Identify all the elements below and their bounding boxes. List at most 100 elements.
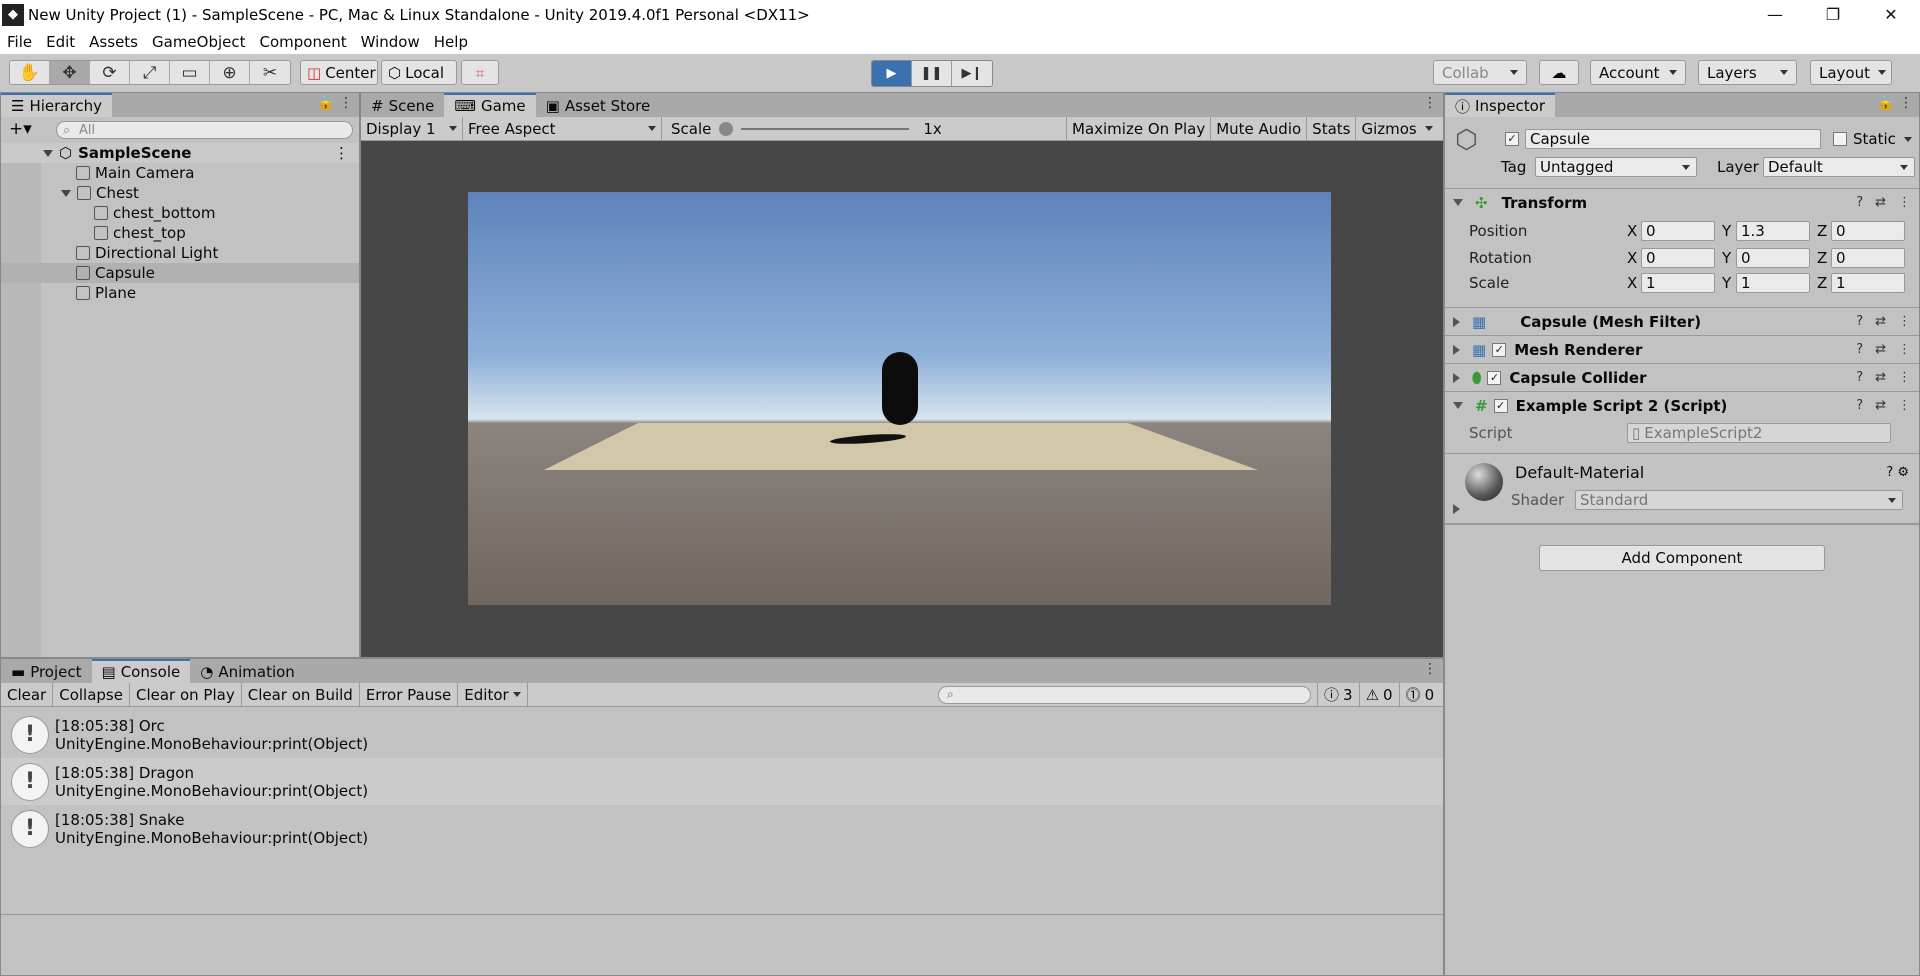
close-button[interactable]: ✕ xyxy=(1862,0,1920,29)
play-button[interactable]: ▶ xyxy=(872,61,912,86)
step-button[interactable]: ▶❙ xyxy=(952,61,992,86)
capsule-collider-header[interactable]: ⬮ ✓ Capsule Collider ? ⇄ ⋮ xyxy=(1445,363,1919,391)
error-count-toggle[interactable]: ⓵0 xyxy=(1400,683,1441,707)
layer-dropdown[interactable]: Default xyxy=(1763,157,1915,177)
list-item[interactable]: ! [18:05:38] Snake UnityEngine.MonoBehavi… xyxy=(1,805,1443,852)
add-component-button[interactable]: Add Component xyxy=(1539,545,1825,571)
active-checkbox[interactable]: ✓ xyxy=(1505,132,1519,146)
snap-icon[interactable]: ⌗ xyxy=(461,60,499,85)
move-tool-icon[interactable]: ✥ xyxy=(50,61,90,84)
scale-tool-icon[interactable]: ⤢ xyxy=(130,61,170,84)
aspect-dropdown[interactable]: Free Aspect xyxy=(463,116,662,141)
pivot-local-button[interactable]: ⬡ Local xyxy=(381,60,457,85)
tab-project[interactable]: ▬ Project xyxy=(1,661,92,683)
script-checkbox[interactable]: ✓ xyxy=(1493,398,1508,413)
clear-on-build-toggle[interactable]: Clear on Build xyxy=(242,682,360,707)
shader-dropdown[interactable]: Standard xyxy=(1575,490,1903,510)
list-item[interactable]: chest_bottom xyxy=(1,203,359,223)
position-y-field[interactable]: 1.3 xyxy=(1736,221,1810,241)
mesh-renderer-header[interactable]: ▦ ✓ Mesh Renderer ? ⇄ ⋮ xyxy=(1445,335,1919,363)
scene-menu-icon[interactable]: ⋮ xyxy=(334,144,349,162)
static-dropdown-icon[interactable] xyxy=(1903,136,1912,142)
position-x-field[interactable]: 0 xyxy=(1641,221,1715,241)
hand-tool-icon[interactable]: ✋ xyxy=(10,61,50,84)
warning-count-toggle[interactable]: ⚠ 0 xyxy=(1360,682,1400,707)
account-dropdown[interactable]: Account xyxy=(1590,60,1686,85)
gizmos-dropdown[interactable]: Gizmos xyxy=(1356,117,1437,141)
collider-checkbox[interactable]: ✓ xyxy=(1487,370,1502,385)
scale-y-field[interactable]: 1 xyxy=(1736,273,1810,293)
layers-dropdown[interactable]: Layers xyxy=(1698,60,1797,85)
list-item[interactable]: Chest xyxy=(1,183,359,203)
tab-asset-store[interactable]: ▣ Asset Store xyxy=(536,95,661,117)
panel-menu-icon[interactable]: 🔒 ⋮ xyxy=(317,95,353,111)
pivot-center-button[interactable]: ◫ Center xyxy=(300,60,378,85)
material-settings-icon[interactable]: ? ⚙ xyxy=(1886,465,1909,480)
object-name-field[interactable]: Capsule xyxy=(1525,129,1821,149)
panel-menu-icon[interactable]: 🔒 ⋮ xyxy=(1877,95,1913,111)
game-view[interactable] xyxy=(361,141,1443,657)
component-menu-icon[interactable]: ⋮ xyxy=(1898,342,1911,357)
menu-gameobject[interactable]: GameObject xyxy=(145,33,253,51)
maximize-on-play-toggle[interactable]: Maximize On Play xyxy=(1067,116,1212,141)
script-header[interactable]: # ✓ Example Script 2 (Script) ? ⇄ ⋮ xyxy=(1445,391,1919,419)
scale-slider[interactable]: Scale 1x xyxy=(662,116,1067,141)
mesh-filter-header[interactable]: ▦ Capsule (Mesh Filter) ? ⇄ ⋮ xyxy=(1445,307,1919,335)
error-pause-toggle[interactable]: Error Pause xyxy=(360,682,459,707)
menu-file[interactable]: File xyxy=(0,33,39,51)
scale-z-field[interactable]: 1 xyxy=(1831,273,1905,293)
list-item[interactable]: chest_top xyxy=(1,223,359,243)
stats-toggle[interactable]: Stats xyxy=(1307,116,1357,141)
menu-window[interactable]: Window xyxy=(354,33,427,51)
list-item[interactable]: Capsule xyxy=(1,263,359,283)
component-menu-icon[interactable]: ⋮ xyxy=(1898,370,1911,385)
menu-assets[interactable]: Assets xyxy=(82,33,145,51)
help-icon[interactable]: ? xyxy=(1856,314,1863,329)
preset-icon[interactable]: ⇄ xyxy=(1875,314,1886,329)
restore-button[interactable]: ❐ xyxy=(1804,0,1862,29)
pause-button[interactable]: ❚❚ xyxy=(912,61,952,86)
list-item[interactable]: ! [18:05:38] Dragon UnityEngine.MonoBehav… xyxy=(1,758,1443,805)
panel-menu-icon[interactable]: ⋮ xyxy=(1423,661,1437,677)
rotate-tool-icon[interactable]: ⟳ xyxy=(90,61,130,84)
menu-help[interactable]: Help xyxy=(427,33,475,51)
help-icon[interactable]: ? xyxy=(1856,398,1863,413)
static-checkbox[interactable] xyxy=(1833,132,1847,146)
rect-tool-icon[interactable]: ▭ xyxy=(170,61,210,84)
clear-on-play-toggle[interactable]: Clear on Play xyxy=(130,682,242,707)
tab-scene[interactable]: # Scene xyxy=(361,95,444,117)
rotation-z-field[interactable]: 0 xyxy=(1831,248,1905,268)
tab-game[interactable]: ⌨ Game xyxy=(444,93,536,117)
list-item[interactable]: Directional Light xyxy=(1,243,359,263)
script-field[interactable]: ▯ ExampleScript2 xyxy=(1627,423,1891,443)
layout-dropdown[interactable]: Layout xyxy=(1810,60,1892,85)
create-button[interactable]: +▾ xyxy=(9,119,32,139)
menu-edit[interactable]: Edit xyxy=(39,33,82,51)
preset-icon[interactable]: ⇄ xyxy=(1875,370,1886,385)
preset-icon[interactable]: ⇄ xyxy=(1875,342,1886,357)
help-icon[interactable]: ? xyxy=(1856,342,1863,357)
custom-tool-icon[interactable]: ✂ xyxy=(250,61,290,84)
tab-hierarchy[interactable]: ☰ Hierarchy xyxy=(1,93,112,117)
slider-handle[interactable] xyxy=(719,121,734,136)
tab-console[interactable]: ▤ Console xyxy=(91,659,191,683)
preset-icon[interactable]: ⇄ xyxy=(1875,398,1886,413)
tab-inspector[interactable]: ⓘ Inspector xyxy=(1445,93,1555,117)
scene-root[interactable]: ⬡ SampleScene ⋮ xyxy=(1,143,359,163)
list-item[interactable]: ! [18:05:38] Orc UnityEngine.MonoBehaviou… xyxy=(1,711,1443,758)
list-item[interactable]: Plane xyxy=(1,283,359,303)
collab-dropdown[interactable]: Collab xyxy=(1433,60,1527,85)
console-search-input[interactable]: ⌕ xyxy=(938,686,1311,704)
help-icon[interactable]: ? xyxy=(1856,370,1863,385)
collapse-toggle[interactable]: Collapse xyxy=(53,682,130,707)
component-menu-icon[interactable]: ⋮ xyxy=(1898,314,1911,329)
transform-tool-icon[interactable]: ⊕ xyxy=(210,61,250,84)
list-item[interactable]: Main Camera xyxy=(1,163,359,183)
hierarchy-search-input[interactable]: ⌕ All xyxy=(56,121,353,139)
transform-header[interactable]: ✣ Transform ? ⇄ ⋮ xyxy=(1445,188,1919,216)
panel-menu-icon[interactable]: ⋮ xyxy=(1423,95,1437,111)
mesh-renderer-checkbox[interactable]: ✓ xyxy=(1492,342,1507,357)
mute-audio-toggle[interactable]: Mute Audio xyxy=(1211,116,1308,141)
material-foldout-icon[interactable] xyxy=(1453,504,1460,514)
rotation-y-field[interactable]: 0 xyxy=(1736,248,1810,268)
